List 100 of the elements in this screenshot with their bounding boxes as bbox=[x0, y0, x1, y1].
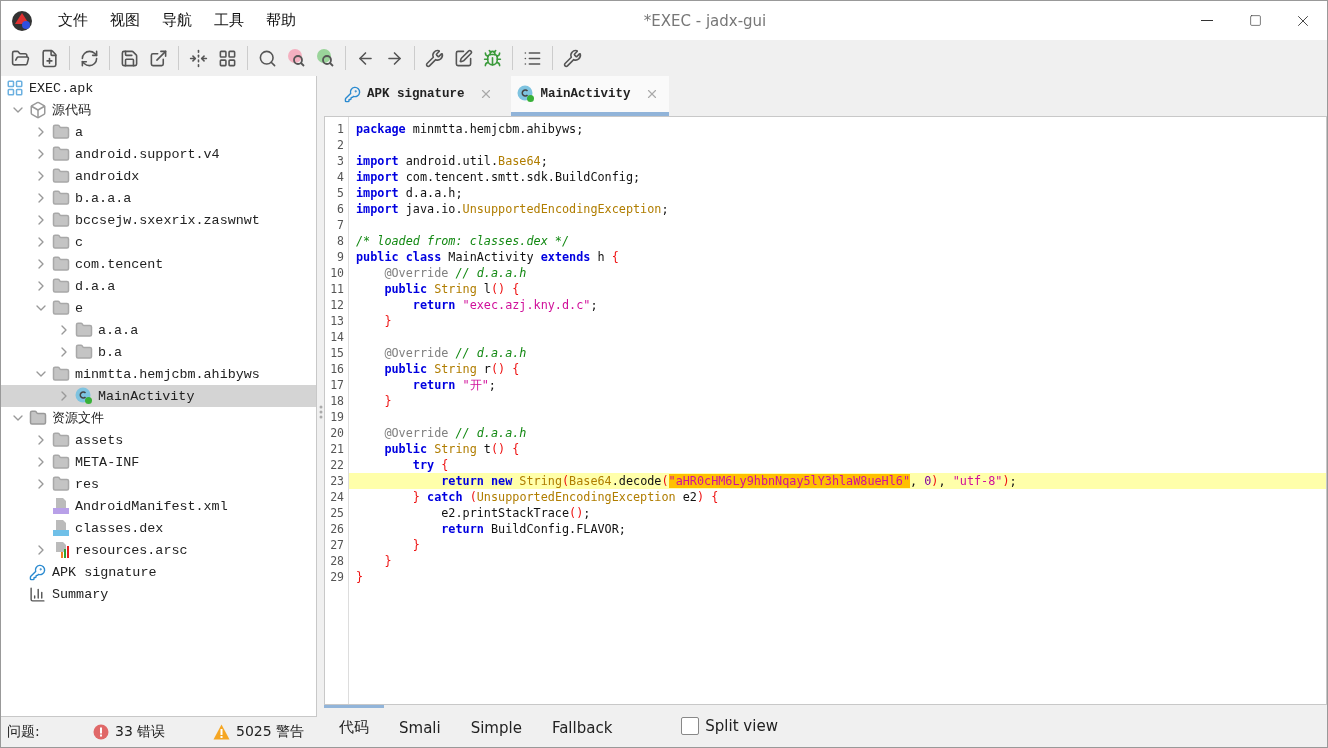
search-class-icon bbox=[286, 48, 307, 68]
line-number: 4 bbox=[336, 169, 345, 185]
folder-icon bbox=[52, 475, 70, 493]
view-tab[interactable]: Simple bbox=[455, 705, 537, 747]
tree-item[interactable]: c bbox=[1, 231, 316, 253]
split-view-label: Split view bbox=[705, 717, 778, 735]
folder-icon bbox=[52, 453, 70, 471]
code-line: } bbox=[383, 393, 393, 409]
line-number: 22 bbox=[329, 457, 345, 473]
code-line: import java.io.UnsupportedEncodingException; bbox=[355, 201, 670, 217]
code-line: try { bbox=[411, 457, 450, 473]
line-number: 17 bbox=[329, 377, 345, 393]
line-number: 13 bbox=[329, 313, 345, 329]
menu-item[interactable]: 工具 bbox=[203, 11, 255, 30]
tree-item[interactable]: com.tencent bbox=[1, 253, 316, 275]
tree-item[interactable]: res bbox=[1, 473, 316, 495]
tree-item[interactable]: AndroidManifest.xml bbox=[1, 495, 316, 517]
cube-icon bbox=[29, 101, 47, 119]
bug-icon bbox=[483, 48, 502, 68]
code-line: import android.util.Base64; bbox=[355, 153, 549, 169]
view-tab[interactable]: 代码 bbox=[324, 705, 384, 747]
tree-item[interactable]: android.support.v4 bbox=[1, 143, 316, 165]
line-number: 16 bbox=[329, 361, 345, 377]
code-line: } bbox=[383, 553, 393, 569]
code-line: @Override // d.a.a.h bbox=[383, 425, 528, 441]
line-number: 23 bbox=[329, 473, 345, 489]
package-icon bbox=[75, 343, 93, 361]
tree-item[interactable]: classes.dex bbox=[1, 517, 316, 539]
tree-item[interactable]: a bbox=[1, 121, 316, 143]
line-number: 1 bbox=[336, 121, 345, 137]
tree-item[interactable]: d.a.a bbox=[1, 275, 316, 297]
tree-item[interactable]: APK signature bbox=[1, 561, 316, 583]
resources-folder-icon bbox=[29, 409, 47, 427]
window-title: *EXEC - jadx-gui bbox=[642, 11, 768, 30]
tree-item[interactable]: b.a.a.a bbox=[1, 187, 316, 209]
tree-item[interactable]: MainActivity bbox=[1, 385, 316, 407]
tree-item[interactable]: a.a.a bbox=[1, 319, 316, 341]
line-number: 19 bbox=[329, 409, 345, 425]
manifest-file-icon bbox=[52, 497, 70, 515]
menu-item[interactable]: 导航 bbox=[151, 11, 203, 30]
tree-item[interactable]: assets bbox=[1, 429, 316, 451]
tree-item[interactable]: androidx bbox=[1, 165, 316, 187]
split-view-checkbox[interactable] bbox=[681, 717, 700, 735]
line-number: 12 bbox=[329, 297, 345, 313]
package-icon bbox=[52, 255, 70, 273]
tree-item[interactable]: bccsejw.sxexrix.zaswnwt bbox=[1, 209, 316, 231]
line-number: 26 bbox=[329, 521, 345, 537]
tree-item[interactable]: minmtta.hemjcbm.ahibyws bbox=[1, 363, 316, 385]
line-number: 7 bbox=[336, 217, 345, 233]
line-number: 14 bbox=[329, 329, 345, 345]
code-line: } catch (UnsupportedEncodingException e2) { bbox=[411, 489, 720, 505]
refresh-icon bbox=[80, 48, 99, 68]
tree-item[interactable]: 资源文件 bbox=[1, 407, 316, 429]
splitter-grip[interactable] bbox=[318, 404, 323, 419]
code-line: import d.a.a.h; bbox=[355, 185, 464, 201]
tree-item[interactable]: EXEC.apk bbox=[1, 77, 316, 99]
class-icon bbox=[516, 85, 535, 103]
line-number: 6 bbox=[336, 201, 345, 217]
view-tab[interactable]: Fallback bbox=[536, 705, 628, 747]
error-count[interactable]: 33 错误 bbox=[115, 723, 207, 741]
tree-item[interactable]: e bbox=[1, 297, 316, 319]
line-number: 25 bbox=[329, 505, 345, 521]
package-icon bbox=[52, 365, 70, 383]
dex-file-icon bbox=[52, 519, 70, 537]
editor-tab[interactable]: APK signature bbox=[338, 76, 503, 116]
code-line: @Override // d.a.a.h bbox=[383, 265, 528, 281]
line-number: 27 bbox=[329, 537, 345, 553]
menu-item[interactable]: 视图 bbox=[99, 11, 151, 30]
tree-item[interactable]: Summary bbox=[1, 583, 316, 605]
export-icon bbox=[149, 48, 168, 68]
line-number: 5 bbox=[336, 185, 345, 201]
line-number: 28 bbox=[329, 553, 345, 569]
package-icon bbox=[52, 277, 70, 295]
code-line: return "exec.azj.kny.d.c"; bbox=[411, 297, 599, 313]
tree-item[interactable]: resources.arsc bbox=[1, 539, 316, 561]
view-tab[interactable]: Smali bbox=[384, 705, 456, 747]
line-number: 29 bbox=[329, 569, 345, 585]
warning-count[interactable]: 5025 警告 bbox=[236, 723, 305, 741]
code-line: @Override // d.a.a.h bbox=[383, 345, 528, 361]
line-number: 9 bbox=[336, 249, 345, 265]
menu-item[interactable]: 文件 bbox=[47, 11, 99, 30]
save-icon bbox=[120, 48, 139, 68]
package-icon bbox=[52, 211, 70, 229]
tree-item[interactable]: 源代码 bbox=[1, 99, 316, 121]
problems-label: 问题: bbox=[7, 723, 41, 741]
package-icon bbox=[52, 123, 70, 141]
warning-icon bbox=[213, 724, 230, 740]
package-icon bbox=[52, 167, 70, 185]
tree-item[interactable]: b.a bbox=[1, 341, 316, 363]
tree-item[interactable]: META-INF bbox=[1, 451, 316, 473]
line-number: 18 bbox=[329, 393, 345, 409]
code-line: return BuildConfig.FLAVOR; bbox=[440, 521, 627, 537]
code-line: } bbox=[383, 313, 393, 329]
editor-tab[interactable]: MainActivity bbox=[510, 76, 669, 116]
code-line: e2.printStackTrace(); bbox=[440, 505, 592, 521]
class-icon bbox=[75, 387, 93, 405]
package-icon bbox=[52, 233, 70, 251]
menu-item[interactable]: 帮助 bbox=[255, 11, 307, 30]
line-number: 8 bbox=[336, 233, 345, 249]
minimize-icon bbox=[1201, 20, 1213, 21]
